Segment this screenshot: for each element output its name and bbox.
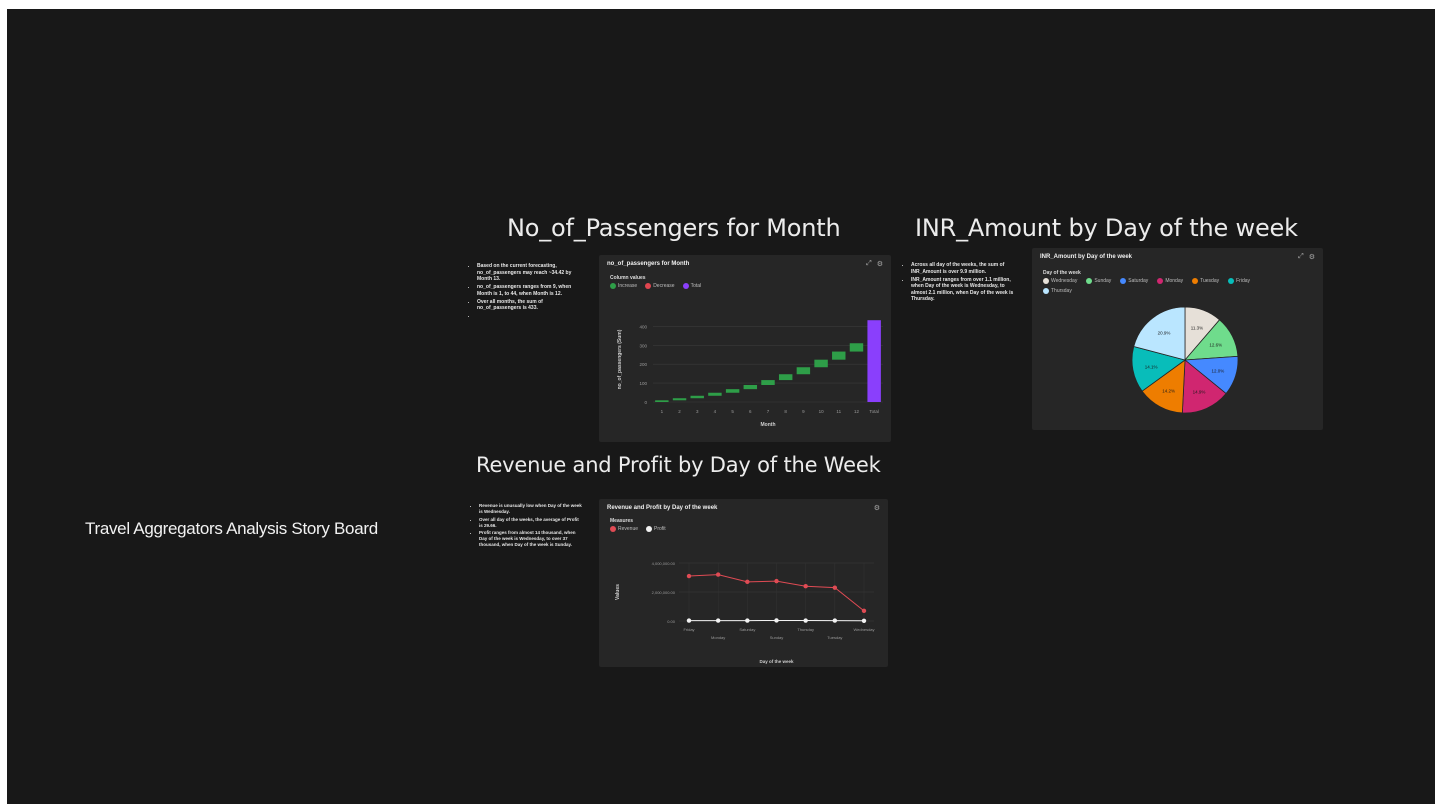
insight-item: Across all day of the weeks, the sum of … — [911, 262, 1021, 275]
y-tick-label: 0 — [644, 400, 647, 405]
x-tick-label: 2 — [678, 409, 681, 414]
increase-bar — [690, 395, 704, 399]
increase-bar — [849, 343, 864, 352]
insight-item: Revenue is unusually low when Day of the… — [479, 503, 583, 515]
slice-label: 20.9% — [1158, 331, 1171, 336]
increase-bar — [655, 400, 669, 402]
increase-bar — [796, 367, 811, 375]
passengers-chart-card[interactable]: no_of_passengers for Month ⤢ ⚙ Column va… — [599, 255, 891, 442]
insight-item: no_of_passengers ranges from 9, when Mon… — [477, 284, 577, 297]
inr-chart-card[interactable]: INR_Amount by Day of the week ⤢ ⚙ Day of… — [1032, 248, 1323, 430]
inr-insights: Across all day of the weeks, the sum of … — [903, 262, 1021, 304]
passengers-section-title: No_of_Passengers for Month — [507, 214, 841, 242]
y-tick-label: 0.00 — [667, 619, 676, 624]
revenue-section-title: Revenue and Profit by Day of the Week — [476, 453, 881, 477]
x-tick-label: 6 — [749, 409, 752, 414]
y-tick-label: 400 — [639, 324, 647, 329]
x-tick-label: 8 — [784, 409, 787, 414]
revenue-chart-card[interactable]: Revenue and Profit by Day of the week ⚙ … — [599, 499, 888, 667]
increase-bar — [778, 374, 793, 381]
x-tick-label: Tuesday — [827, 635, 842, 640]
insight-item-empty — [477, 313, 577, 320]
story-title: Travel Aggregators Analysis Story Board — [85, 519, 378, 538]
increase-bar — [672, 398, 687, 401]
x-tick-label: 12 — [854, 409, 860, 414]
data-point — [803, 618, 808, 623]
x-tick-label: Saturday — [739, 627, 755, 632]
insight-item: Over all months, the sum of no_of_passen… — [477, 299, 577, 312]
x-tick-label: Total — [869, 409, 879, 414]
increase-bar — [761, 380, 775, 385]
x-tick-label: Friday — [683, 627, 694, 632]
revenue-insights: Revenue is unusually low when Day of the… — [471, 503, 583, 550]
insight-item: INR_Amount ranges from over 1.1 million,… — [911, 277, 1021, 303]
x-tick-label: Sunday — [770, 635, 784, 640]
y-axis-label: no_of_passengers (Sum) — [617, 329, 623, 389]
insight-item: Based on the current forecasting, no_of_… — [477, 263, 577, 283]
slice-label: 12.6% — [1209, 343, 1222, 348]
total-bar — [867, 320, 881, 402]
data-point — [715, 572, 721, 577]
x-axis-label: Day of the week — [759, 659, 794, 664]
insight-item: Profit ranges from almost 14 thousand, w… — [479, 530, 583, 548]
y-tick-label: 300 — [639, 343, 647, 348]
increase-bar — [832, 351, 846, 360]
passengers-insights: Based on the current forecasting, no_of_… — [469, 263, 577, 321]
x-tick-label: 7 — [767, 409, 770, 414]
line-chart: 0.00 2,000,000.00 4,000,000.00 Friday Monday… — [615, 561, 875, 664]
data-point — [861, 608, 867, 614]
x-tick-label: 4 — [714, 409, 717, 414]
slice-label: 14.1% — [1145, 364, 1158, 369]
x-tick-label: 1 — [661, 409, 664, 414]
data-point — [832, 618, 838, 623]
increase-bar — [743, 385, 758, 390]
data-point — [745, 618, 750, 623]
x-tick-label: 10 — [819, 409, 825, 414]
increase-bar — [708, 392, 722, 396]
y-tick-label: 4,000,000.00 — [652, 561, 676, 566]
slice-label: 14.2% — [1162, 388, 1175, 393]
data-point — [803, 584, 808, 589]
slice-label: 14.9% — [1193, 389, 1206, 394]
x-tick-label: Thursday — [797, 627, 814, 632]
y-tick-label: 200 — [639, 362, 647, 367]
data-point — [774, 618, 779, 623]
data-point — [774, 578, 779, 584]
inr-section-title: INR_Amount by Day of the week — [915, 214, 1298, 242]
y-tick-label: 2,000,000.00 — [652, 590, 676, 595]
x-tick-label: Wednesday — [853, 627, 874, 632]
increase-bar — [814, 359, 828, 368]
waterfall-chart: 0 100 200 300 400 no_of_passengers (Sum) Month… — [617, 320, 883, 428]
insight-item: Over all day of the weeks, the average o… — [479, 517, 583, 529]
y-axis-label: Values — [615, 584, 621, 600]
story-slide: Travel Aggregators Analysis Story Board … — [7, 9, 1435, 804]
x-tick-label: 3 — [696, 409, 699, 414]
increase-bar — [725, 389, 740, 393]
x-tick-label: 9 — [802, 409, 805, 414]
data-point — [686, 618, 692, 623]
data-point — [745, 579, 750, 585]
x-tick-label: 5 — [731, 409, 734, 414]
data-point — [861, 618, 867, 623]
slice-label: 12.0% — [1211, 368, 1224, 373]
data-point — [715, 618, 721, 623]
data-point — [686, 573, 692, 579]
y-tick-label: 100 — [639, 381, 647, 386]
data-point — [832, 585, 838, 590]
x-axis-label: Month — [761, 422, 776, 428]
slice-label: 11.3% — [1191, 326, 1203, 331]
x-tick-label: 11 — [836, 409, 841, 414]
x-tick-label: Monday — [711, 635, 725, 640]
pie-chart: 11.3% 12.6% 12.0% 14.9% 14.2% 14.1% 20.9% — [1131, 306, 1239, 414]
